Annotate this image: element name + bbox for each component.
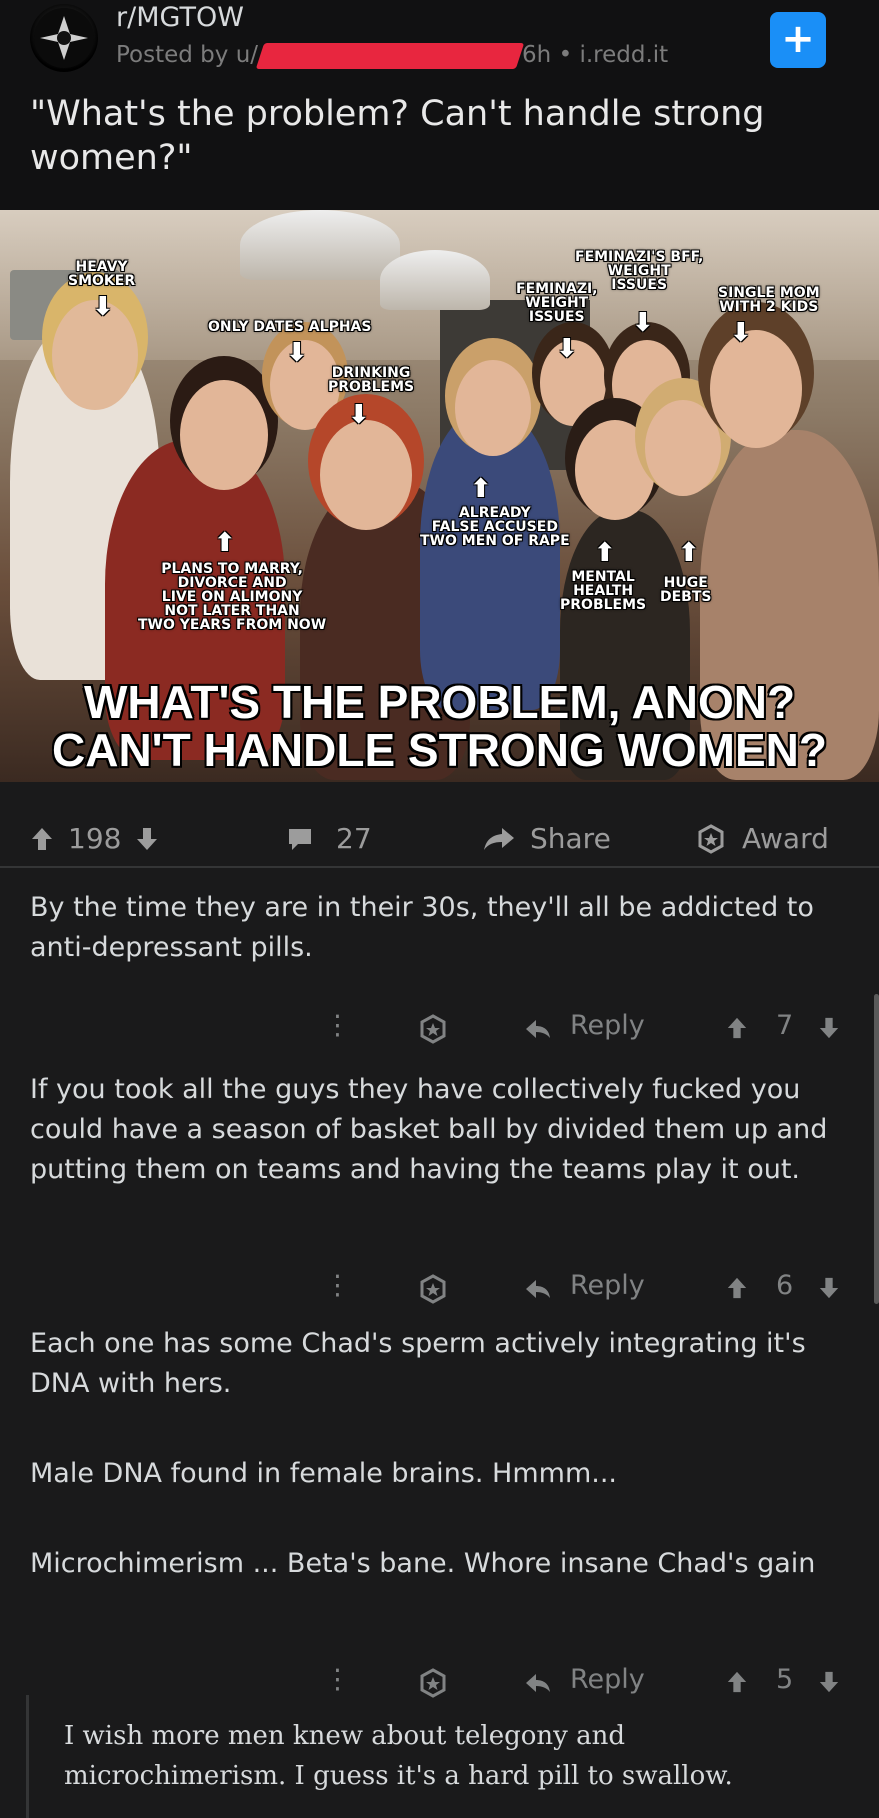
comment-action-row: ⋮ Reply 5	[0, 1660, 879, 1704]
subreddit-avatar[interactable]	[30, 4, 98, 72]
share-label: Share	[530, 822, 611, 855]
comments-button[interactable]: 27	[286, 822, 372, 855]
label-only-dates-alphas: ONLY DATES ALPHAS	[208, 319, 372, 335]
scrollbar[interactable]	[874, 994, 879, 1304]
comment-paragraph[interactable]: Male DNA found in female brains. Hmmm...	[30, 1454, 850, 1494]
award-label: Award	[742, 822, 829, 855]
downvote-icon[interactable]	[818, 1670, 840, 1694]
image-lamp	[380, 250, 490, 310]
image-caption-line1: WHAT'S THE PROBLEM, ANON?	[83, 676, 796, 728]
reply-icon	[526, 1280, 550, 1298]
image-person-head	[710, 330, 802, 448]
post-image[interactable]: HEAVY SMOKER ⬇ ONLY DATES ALPHAS ⬇ DRINK…	[0, 210, 879, 782]
reply-button[interactable]: Reply	[570, 1270, 645, 1301]
image-person-head	[320, 420, 412, 530]
divider	[0, 866, 879, 868]
label-huge-debts: HUGE DEBTS	[660, 575, 712, 605]
downvote-icon[interactable]	[818, 1016, 840, 1040]
image-person-head	[180, 380, 268, 490]
arrow-down-icon: ⬇	[730, 318, 752, 348]
image-person-head	[575, 420, 655, 520]
reply-icon	[526, 1674, 550, 1692]
label-already-false-accused: ALREADY FALSE ACCUSED TWO MEN OF RAPE	[420, 505, 570, 549]
comment-action-row: ⋮ Reply 7	[0, 1006, 879, 1050]
comment-icon	[289, 828, 311, 850]
reply-icon	[526, 1020, 550, 1038]
label-heavy-smoker: HEAVY SMOKER	[68, 259, 136, 289]
award-icon	[698, 823, 724, 854]
upvote-icon[interactable]	[726, 1670, 748, 1694]
join-button[interactable]: +	[770, 12, 826, 68]
image-person-head	[645, 400, 721, 496]
redacted-username	[255, 42, 525, 69]
reply-button[interactable]: Reply	[570, 1664, 645, 1695]
arrow-up-icon: ⬆	[214, 528, 236, 558]
reply-button[interactable]: Reply	[570, 1010, 645, 1041]
award-icon[interactable]	[418, 1668, 448, 1698]
downvote-icon[interactable]	[135, 826, 159, 852]
comment-paragraph[interactable]: Microchimerism ... Beta's bane. Whore in…	[30, 1544, 850, 1584]
more-options-icon[interactable]: ⋮	[324, 1270, 351, 1301]
more-options-icon[interactable]: ⋮	[324, 1010, 351, 1041]
post-age-domain: 6h • i.redd.it	[522, 42, 669, 68]
comment-score: 5	[776, 1664, 794, 1695]
comment-count: 27	[336, 822, 372, 855]
post-header: r/MGTOW Posted by u/6h • i.redd.it + "Wh…	[0, 0, 879, 210]
label-drinking-problems: DRINKING PROBLEMS	[328, 365, 415, 395]
upvote-icon[interactable]	[726, 1016, 748, 1040]
image-caption-line2: CAN'T HANDLE STRONG WOMEN?	[52, 724, 827, 776]
posted-by-prefix: Posted by u/	[116, 42, 259, 68]
comment-body[interactable]: If you took all the guys they have colle…	[30, 1070, 850, 1190]
share-icon	[484, 827, 514, 850]
downvote-icon[interactable]	[818, 1276, 840, 1300]
arrow-down-icon: ⬇	[286, 338, 308, 368]
award-button[interactable]: Award	[696, 822, 829, 855]
thread-indent-line	[26, 1695, 29, 1818]
post-title[interactable]: "What's the problem? Can't handle strong…	[30, 92, 830, 180]
upvote-count: 198	[68, 822, 122, 855]
comment-score: 7	[776, 1010, 794, 1041]
arrow-up-icon: ⬆	[594, 538, 616, 568]
upvote-icon[interactable]	[726, 1276, 748, 1300]
comment-score: 6	[776, 1270, 794, 1301]
arrow-up-icon: ⬆	[470, 474, 492, 504]
vote-controls: 198	[30, 822, 159, 855]
award-icon[interactable]	[418, 1014, 448, 1044]
label-mental-health: MENTAL HEALTH PROBLEMS	[560, 569, 647, 613]
post-action-bar: 198 27 Share Award	[0, 822, 879, 870]
arrow-down-icon: ⬇	[556, 334, 578, 364]
comment-action-row: ⋮ Reply 6	[0, 1266, 879, 1310]
label-feminazi-weight: FEMINAZI, WEIGHT ISSUES	[516, 281, 598, 325]
arrow-down-icon: ⬇	[632, 308, 654, 338]
arrow-up-icon: ⬆	[678, 538, 700, 568]
award-icon[interactable]	[418, 1274, 448, 1304]
image-lamp	[240, 210, 400, 280]
label-plans-to-marry: PLANS TO MARRY, DIVORCE AND LIVE ON ALIM…	[138, 561, 327, 633]
comment-body[interactable]: By the time they are in their 30s, they'…	[30, 888, 850, 968]
image-person-head	[455, 360, 531, 456]
comment-body[interactable]: I wish more men knew about telegony and …	[64, 1716, 854, 1796]
upvote-icon[interactable]	[30, 826, 54, 852]
share-button[interactable]: Share	[482, 822, 611, 855]
arrow-down-icon: ⬇	[92, 292, 114, 322]
posted-by: Posted by u/6h • i.redd.it	[116, 42, 668, 69]
more-options-icon[interactable]: ⋮	[324, 1664, 351, 1695]
arrow-down-icon: ⬇	[348, 400, 370, 430]
comment-paragraph[interactable]: Each one has some Chad's sperm actively …	[30, 1324, 850, 1404]
subreddit-name[interactable]: r/MGTOW	[116, 2, 244, 33]
subreddit-logo-icon	[34, 8, 94, 68]
label-single-mom: SINGLE MOM WITH 2 KIDS	[718, 285, 820, 315]
